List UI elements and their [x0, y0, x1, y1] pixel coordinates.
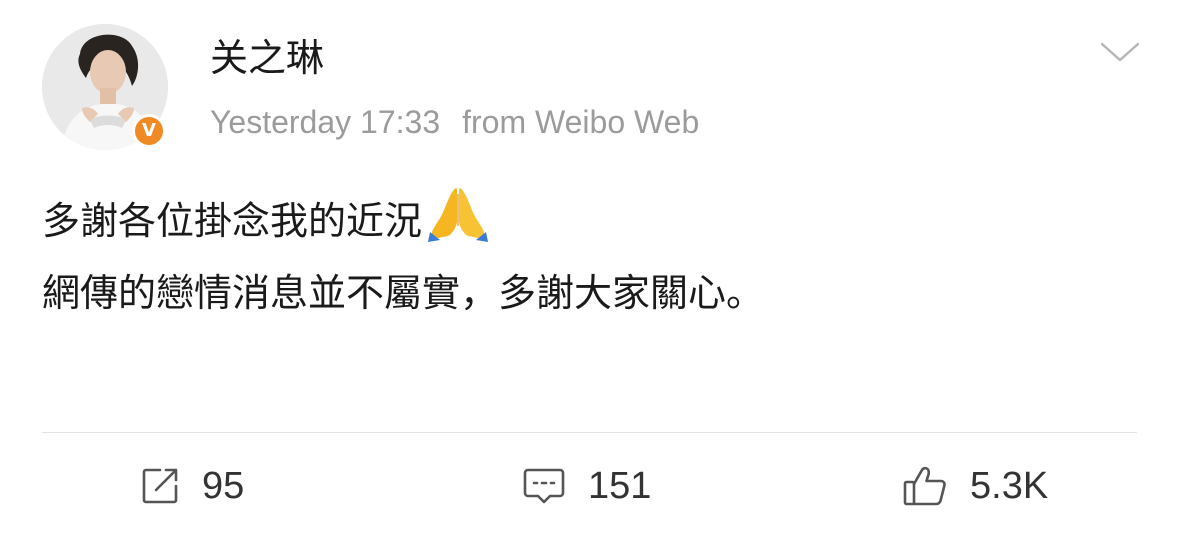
post-body-line-2: 網傳的戀情消息並不屬實，多謝大家關心。 — [42, 271, 765, 315]
repost-button[interactable]: 95 — [140, 461, 244, 511]
post-text-line-1: 多謝各位掛念我的近況 — [42, 199, 423, 243]
post-timestamp: Yesterday 17:33 — [210, 104, 441, 140]
post-source: from Weibo Web — [462, 104, 700, 140]
folded-hands-icon — [426, 182, 490, 242]
repost-count: 95 — [202, 465, 245, 507]
post-body-line-1: 多謝各位掛念我的近況 — [42, 182, 1132, 257]
post-meta: Yesterday 17:33 from Weibo Web — [210, 100, 699, 144]
chevron-down-icon[interactable] — [1098, 36, 1142, 66]
author-name[interactable]: 关之琳 — [210, 34, 324, 82]
thumbs-up-icon — [902, 464, 948, 508]
comment-button[interactable]: 151 — [522, 461, 651, 511]
like-count: 5.3K — [970, 465, 1049, 507]
action-bar: 95 151 5.3K — [0, 433, 1179, 538]
like-button[interactable]: 5.3K — [902, 461, 1048, 511]
post-body: 多謝各位掛念我的近況 網傳的戀情消息並不屬實，多謝大家關心。 — [42, 182, 1132, 329]
comment-icon — [522, 466, 566, 506]
verified-badge-icon: V — [132, 114, 166, 148]
repost-icon — [140, 466, 180, 506]
avatar[interactable]: V — [42, 24, 168, 150]
post-header: V 关之琳 Yesterday 17:33 from Weibo Web — [0, 0, 1179, 160]
comment-count: 151 — [588, 465, 652, 507]
